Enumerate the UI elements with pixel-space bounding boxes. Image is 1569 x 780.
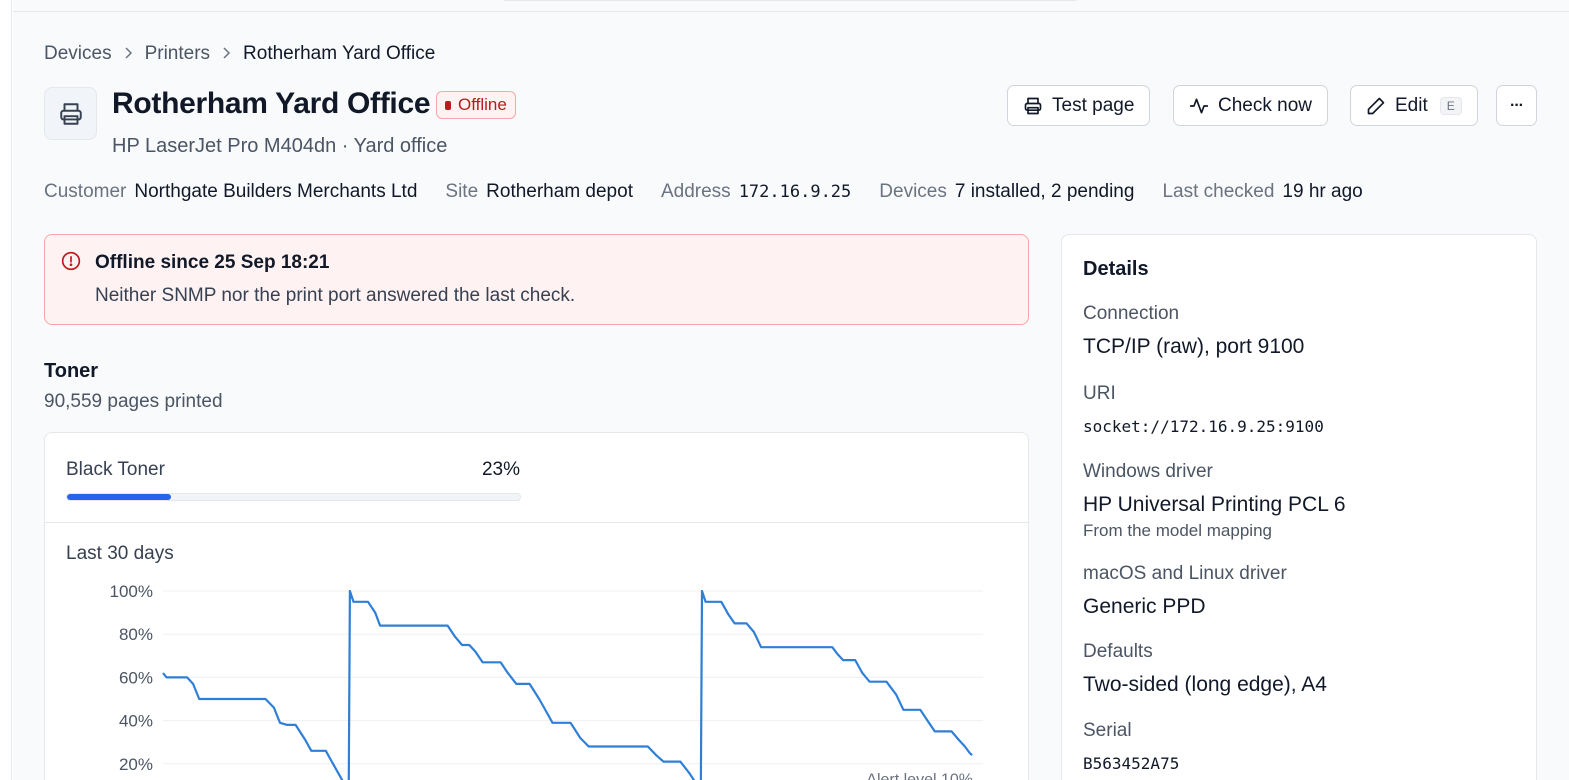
connection-label: Connection — [1083, 303, 1180, 324]
toner-history-chart: 100% 80% 60% 40% 20% Alert level 10% — [110, 582, 983, 780]
serial-value: B563452A75 — [1083, 754, 1180, 773]
chevron-right-icon — [124, 46, 133, 63]
y-tick-label: 100% — [110, 582, 153, 601]
sidebar-edge — [0, 0, 12, 780]
serial-label: Serial — [1083, 720, 1132, 741]
edit-label: Edit — [1395, 94, 1428, 116]
test-page-label: Test page — [1052, 94, 1135, 116]
y-tick-label: 60% — [119, 668, 153, 687]
test-page-button[interactable]: Test page — [1007, 85, 1151, 126]
check-now-label: Check now — [1218, 94, 1312, 116]
toner-section-title: Toner — [44, 360, 99, 382]
alert-title: Offline since 25 Sep 18:21 — [95, 252, 330, 273]
details-title: Details — [1083, 258, 1149, 280]
status-badge: Offline — [436, 91, 516, 119]
more-icon: ··· — [1510, 96, 1524, 114]
windows-driver-label: Windows driver — [1083, 461, 1213, 482]
meta-devices: Devices 7 installed, 2 pending — [879, 181, 1135, 202]
meta-site: Site Rotherham depot — [445, 181, 633, 202]
breadcrumb: Devices Printers Rotherham Yard Office — [44, 43, 435, 65]
toner-level-fill — [67, 494, 172, 500]
uri-label: URI — [1083, 383, 1116, 404]
meta-address: Address 172.16.9.25 — [660, 181, 852, 202]
chart-title: Last 30 days — [66, 543, 174, 564]
mac-linux-driver-label: macOS and Linux driver — [1083, 563, 1287, 584]
printer-icon — [1024, 97, 1042, 114]
status-dot — [445, 100, 451, 110]
toner-card: Black Toner 23% Last 30 days 100% 80% 60% 4… — [44, 432, 1029, 780]
toner-level-text: 23% — [481, 459, 520, 480]
printer-icon — [44, 87, 97, 140]
page-title: Rotherham Yard Office — [112, 87, 431, 120]
alert-circle-icon — [61, 251, 81, 271]
page-subtitle: HP LaserJet Pro M404dn · Yard office — [112, 135, 448, 157]
defaults-value: Two-sided (long edge), A4 — [1083, 673, 1327, 696]
uri-value: socket://172.16.9.25:9100 — [1083, 417, 1324, 436]
pages-printed: 90,559 pages printed — [44, 391, 223, 412]
meta-last-checked: Last checked 19 hr ago — [1162, 181, 1363, 202]
breadcrumb-current: Rotherham Yard Office — [243, 43, 436, 64]
mac-linux-driver-value: Generic PPD — [1083, 595, 1206, 618]
more-actions-button[interactable]: ··· — [1496, 85, 1537, 126]
breadcrumb-printers[interactable]: Printers — [145, 43, 210, 65]
alert-body: Neither SNMP nor the print port answered… — [95, 285, 576, 306]
toner-level-bar — [66, 493, 521, 501]
main-content: Devices Printers Rotherham Yard Office R… — [13, 0, 1569, 780]
windows-driver-note: From the model mapping — [1083, 521, 1272, 540]
activity-icon — [1189, 98, 1209, 113]
meta-customer: Customer Northgate Builders Merchants Ltd — [44, 181, 418, 202]
top-bar — [13, 0, 1569, 12]
search-input[interactable] — [500, 0, 1080, 1]
toner-supply-label: Black Toner — [66, 459, 165, 480]
edit-shortcut-badge: E — [1439, 96, 1462, 115]
toner-level-series-line — [162, 589, 973, 780]
toner-supply-row: Black Toner 23% — [45, 433, 1028, 523]
defaults-label: Defaults — [1083, 641, 1153, 662]
alert-level-label: Alert level 10% — [866, 771, 973, 780]
chevron-right-icon — [222, 46, 231, 63]
status-label: Offline — [458, 95, 507, 114]
details-panel: Details Connection TCP/IP (raw), port 91… — [1061, 234, 1537, 780]
connection-value: TCP/IP (raw), port 9100 — [1083, 335, 1305, 358]
pencil-icon — [1367, 97, 1385, 114]
y-tick-label: 40% — [119, 712, 153, 731]
edit-button[interactable]: Edit E — [1350, 85, 1478, 126]
y-tick-label: 20% — [119, 755, 153, 774]
windows-driver-value: HP Universal Printing PCL 6 — [1083, 493, 1346, 516]
offline-alert: Offline since 25 Sep 18:21 Neither SNMP … — [44, 234, 1029, 325]
check-now-button[interactable]: Check now — [1173, 85, 1328, 126]
summary-meta: Customer Northgate Builders Merchants Ltd… — [44, 181, 1391, 203]
y-tick-label: 80% — [119, 625, 153, 644]
breadcrumb-devices[interactable]: Devices — [44, 43, 112, 65]
